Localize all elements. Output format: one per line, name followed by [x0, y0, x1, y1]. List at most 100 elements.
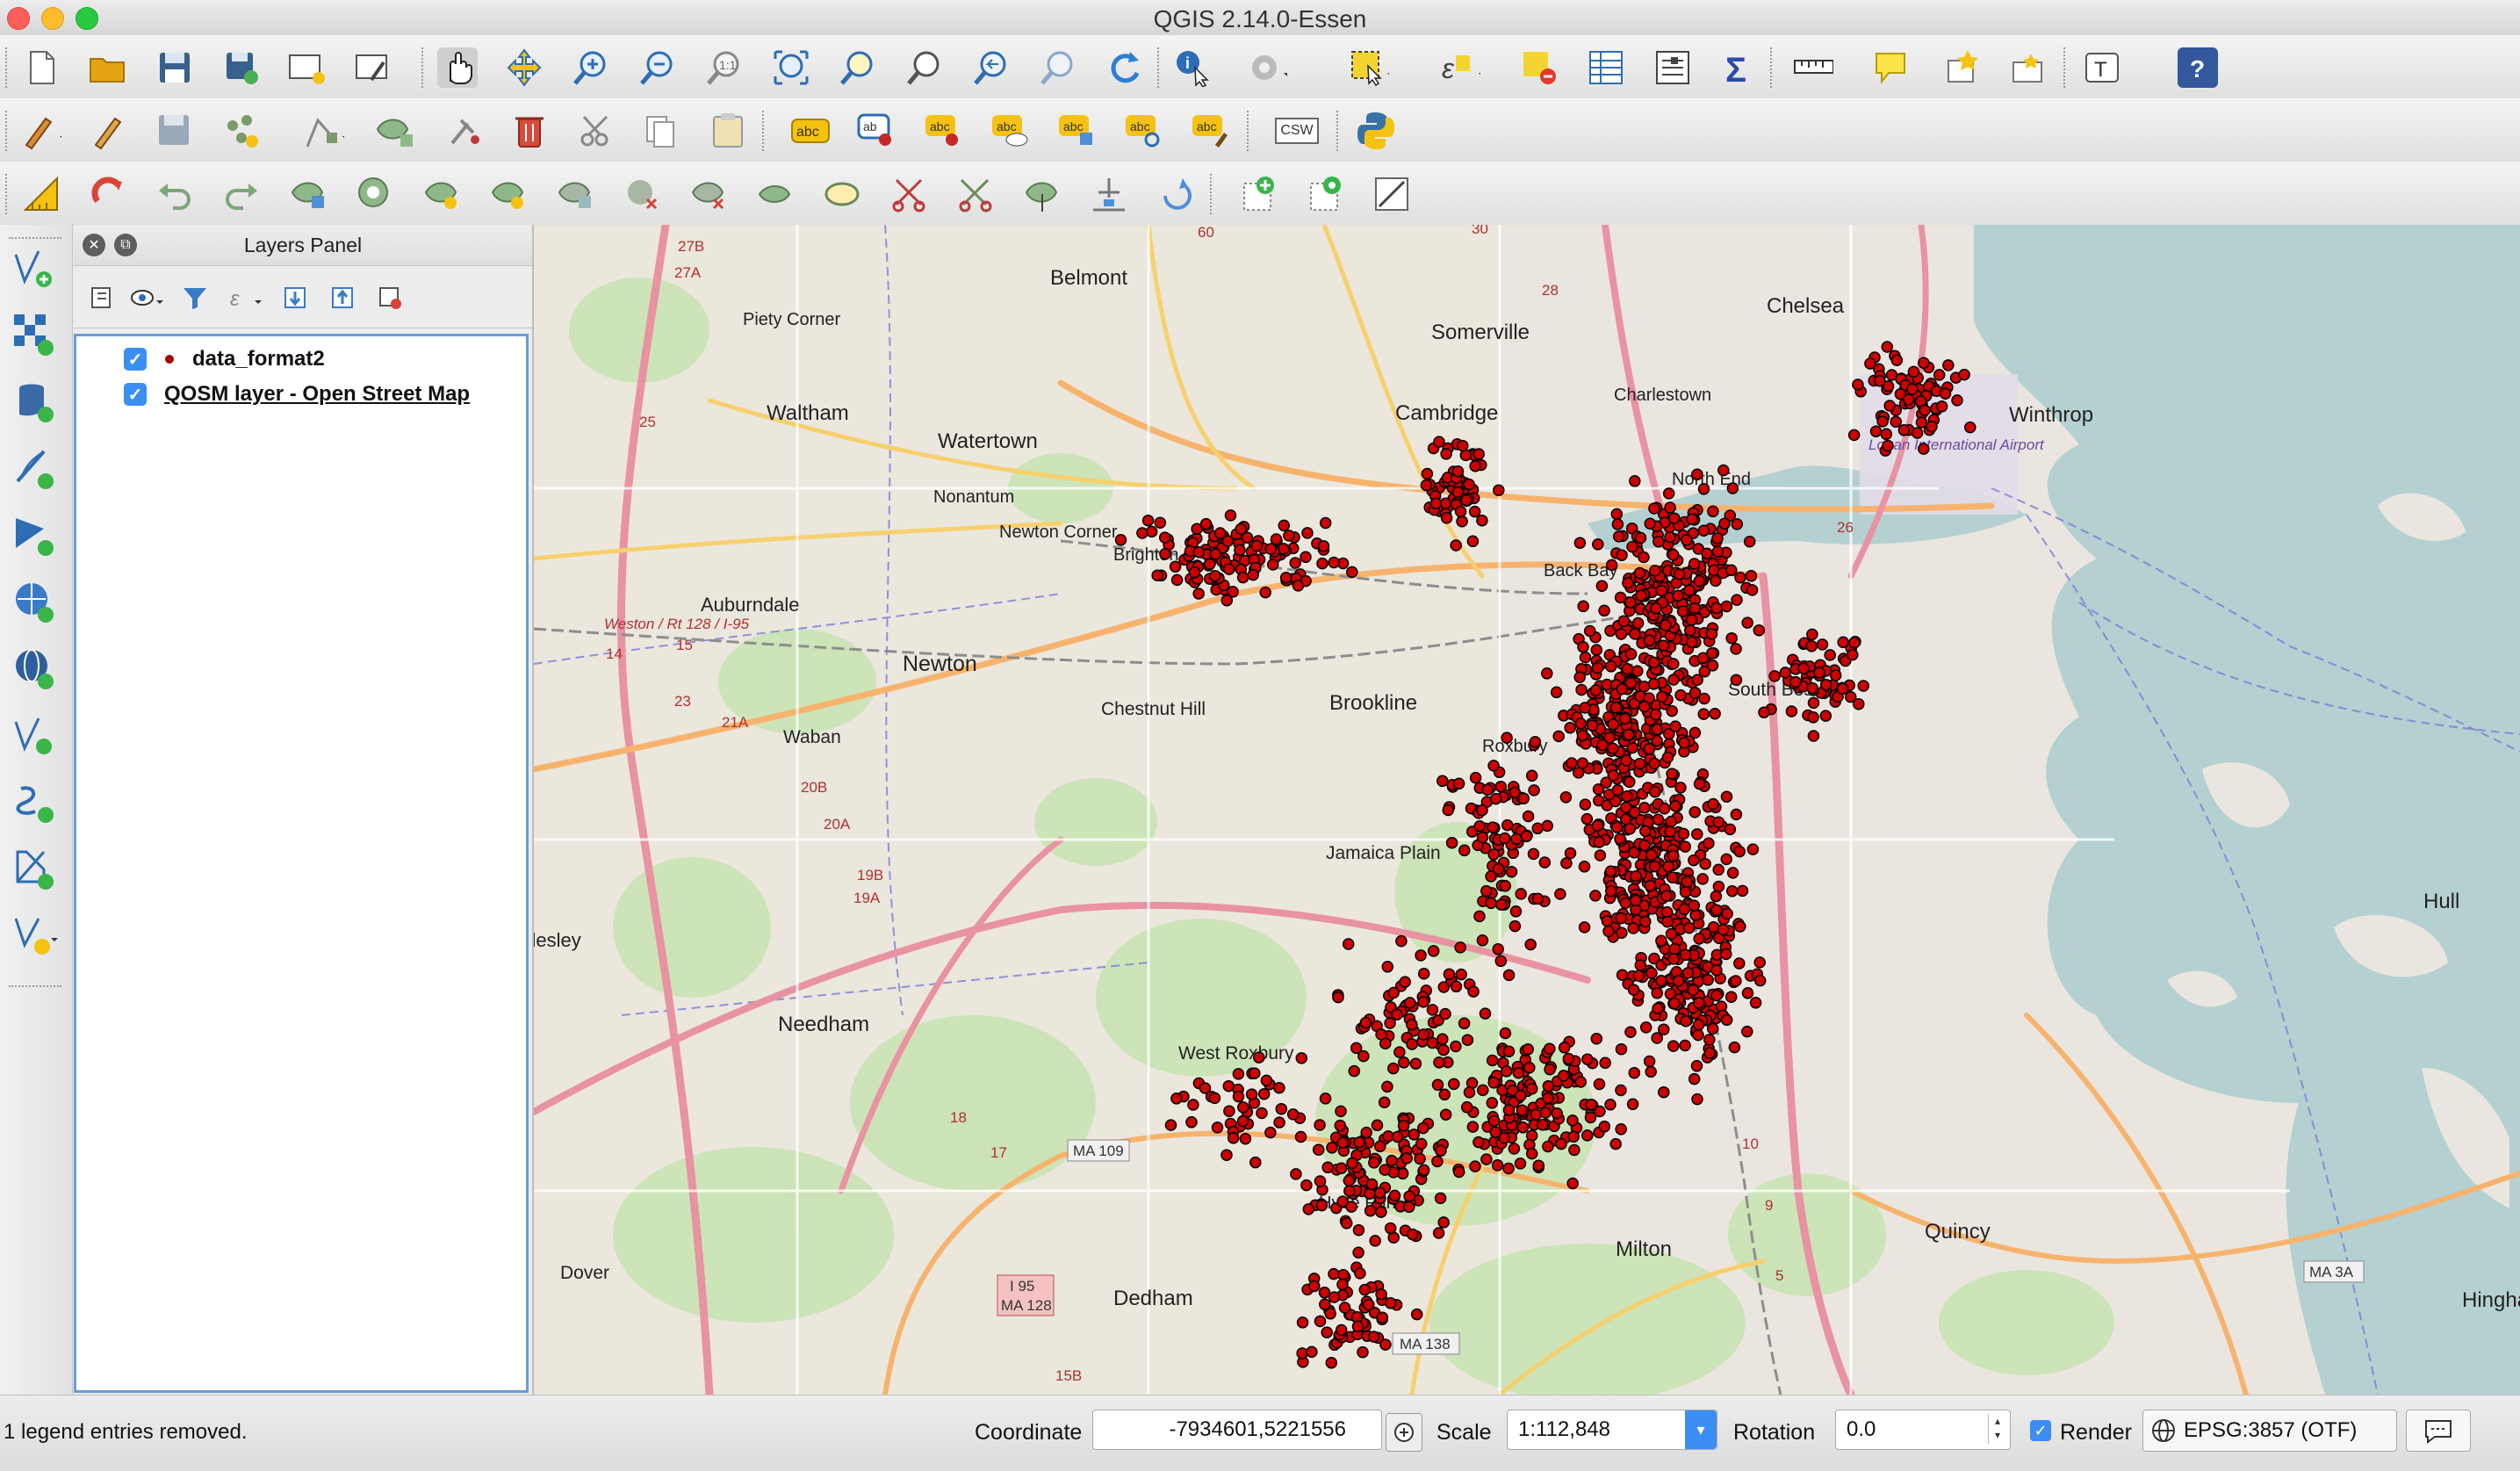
- data-point[interactable]: [1578, 921, 1591, 934]
- data-point[interactable]: [1591, 661, 1604, 674]
- data-point[interactable]: [1314, 1315, 1327, 1328]
- data-point[interactable]: [1220, 1149, 1233, 1161]
- data-point[interactable]: [1224, 509, 1237, 522]
- python-console-icon[interactable]: [1356, 111, 1396, 151]
- data-point[interactable]: [1315, 1199, 1328, 1212]
- data-point[interactable]: [1279, 571, 1292, 584]
- add-postgis-layer-icon[interactable]: [12, 379, 58, 425]
- data-point[interactable]: [1574, 1076, 1588, 1088]
- data-point[interactable]: [1448, 1078, 1460, 1091]
- data-point[interactable]: [1325, 1357, 1338, 1369]
- data-point[interactable]: [1151, 569, 1163, 581]
- data-point[interactable]: [1707, 505, 1719, 518]
- data-point[interactable]: [1797, 662, 1810, 674]
- data-point[interactable]: [1204, 558, 1216, 570]
- data-point[interactable]: [1332, 991, 1344, 1004]
- data-point[interactable]: [1326, 1142, 1338, 1154]
- data-point[interactable]: [1328, 556, 1340, 569]
- data-point[interactable]: [1731, 594, 1743, 606]
- zoom-out-icon[interactable]: [637, 47, 678, 88]
- map-canvas[interactable]: Belmont Piety Corner Somerville Chelsea …: [534, 225, 2520, 1395]
- data-point[interactable]: [1607, 769, 1620, 782]
- data-point[interactable]: [1550, 686, 1563, 699]
- data-point[interactable]: [1633, 757, 1646, 770]
- show-hide-labels-icon[interactable]: abc: [990, 111, 1031, 151]
- data-point[interactable]: [1706, 1022, 1719, 1035]
- data-point[interactable]: [1164, 1119, 1177, 1131]
- data-point[interactable]: [1724, 823, 1737, 836]
- data-point[interactable]: [1237, 1101, 1249, 1114]
- data-point[interactable]: [1529, 736, 1542, 748]
- data-point[interactable]: [1621, 790, 1633, 803]
- data-point[interactable]: [1644, 879, 1657, 892]
- data-point[interactable]: [1746, 584, 1759, 596]
- data-point[interactable]: [1417, 1028, 1429, 1041]
- data-point[interactable]: [1768, 670, 1781, 682]
- data-point[interactable]: [1710, 989, 1723, 1002]
- split-parts-icon[interactable]: [889, 174, 929, 214]
- coordinate-field[interactable]: -7934601,5221556: [1092, 1410, 1382, 1450]
- data-point[interactable]: [1626, 1098, 1639, 1111]
- data-point[interactable]: [1493, 484, 1505, 496]
- data-point[interactable]: [1627, 922, 1639, 934]
- data-point[interactable]: [1384, 1222, 1397, 1235]
- data-point[interactable]: [1630, 894, 1642, 907]
- data-point[interactable]: [1476, 831, 1489, 844]
- data-point[interactable]: [1350, 1042, 1363, 1055]
- data-point[interactable]: [1209, 548, 1222, 560]
- data-point[interactable]: [1417, 1164, 1430, 1177]
- data-point[interactable]: [1717, 923, 1730, 936]
- data-point[interactable]: [1712, 863, 1724, 876]
- data-point[interactable]: [1622, 577, 1634, 589]
- data-point[interactable]: [1661, 915, 1674, 928]
- data-point[interactable]: [1615, 1123, 1627, 1136]
- data-point[interactable]: [1578, 861, 1591, 873]
- data-point[interactable]: [1666, 871, 1679, 883]
- data-point[interactable]: [1717, 464, 1730, 477]
- data-point[interactable]: [1473, 820, 1486, 833]
- data-point[interactable]: [1707, 797, 1719, 811]
- data-point[interactable]: [1502, 1045, 1516, 1057]
- data-point[interactable]: [1502, 1162, 1515, 1175]
- data-point[interactable]: [1467, 985, 1480, 998]
- data-point[interactable]: [1508, 1143, 1521, 1155]
- data-point[interactable]: [1289, 557, 1301, 569]
- data-point[interactable]: [1359, 1016, 1372, 1029]
- rotate-label-icon[interactable]: abc: [1124, 111, 1164, 151]
- data-point[interactable]: [1693, 933, 1705, 945]
- data-point[interactable]: [1726, 867, 1739, 879]
- data-point[interactable]: [1703, 1034, 1716, 1046]
- paste-features-icon[interactable]: [639, 111, 680, 151]
- data-point[interactable]: [1245, 1088, 1258, 1100]
- data-point[interactable]: [1594, 849, 1607, 862]
- new-print-composer-icon[interactable]: [286, 47, 327, 88]
- data-point[interactable]: [1234, 544, 1246, 557]
- data-point[interactable]: [1427, 945, 1440, 957]
- data-point[interactable]: [1668, 512, 1681, 524]
- data-point[interactable]: [1317, 540, 1330, 552]
- save-edits-icon[interactable]: [155, 111, 195, 151]
- data-point[interactable]: [1591, 819, 1604, 832]
- data-point[interactable]: [1926, 421, 1938, 433]
- data-point[interactable]: [1398, 1056, 1410, 1069]
- data-point[interactable]: [1531, 892, 1544, 905]
- data-point[interactable]: [1658, 1023, 1670, 1035]
- data-point[interactable]: [1290, 1168, 1302, 1180]
- redo-icon[interactable]: [221, 174, 262, 214]
- data-point[interactable]: [1460, 1101, 1473, 1114]
- data-point[interactable]: [1283, 530, 1295, 542]
- data-point[interactable]: [1479, 1007, 1492, 1020]
- data-point[interactable]: [1494, 955, 1508, 968]
- data-point[interactable]: [1710, 890, 1723, 903]
- data-point[interactable]: [1487, 821, 1499, 833]
- data-point[interactable]: [1551, 1107, 1563, 1120]
- data-point[interactable]: [1652, 1002, 1664, 1015]
- data-point[interactable]: [1522, 810, 1535, 823]
- data-point[interactable]: [1486, 1054, 1499, 1067]
- data-point[interactable]: [1435, 1144, 1447, 1157]
- data-point[interactable]: [1257, 1087, 1271, 1100]
- data-point[interactable]: [1567, 1130, 1580, 1143]
- data-point[interactable]: [1208, 1092, 1221, 1105]
- data-point[interactable]: [1387, 986, 1400, 999]
- data-point[interactable]: [1386, 1154, 1398, 1167]
